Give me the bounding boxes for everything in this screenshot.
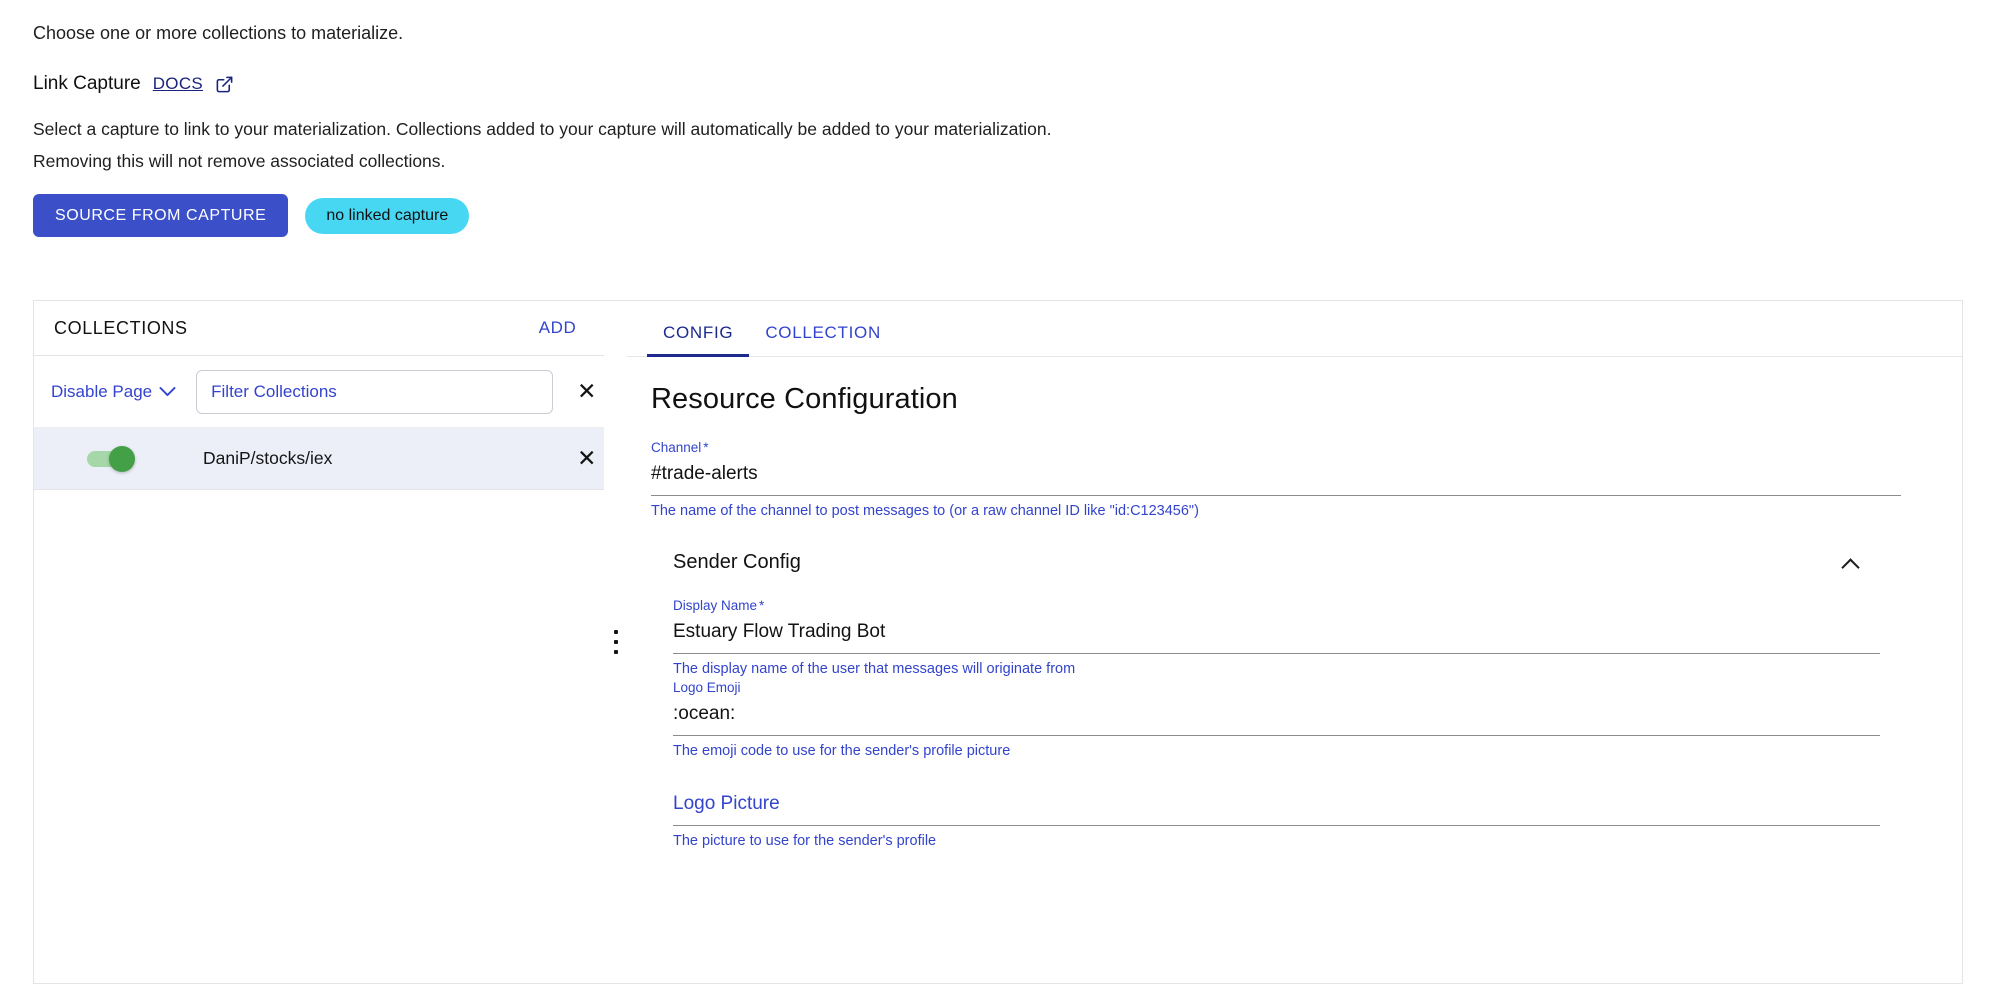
disable-page-label: Disable Page: [51, 382, 152, 402]
linked-capture-status-chip: no linked capture: [305, 198, 469, 234]
chevron-down-icon: [159, 382, 176, 402]
display-name-field: Display Name* Estuary Flow Trading Bot T…: [673, 598, 1880, 677]
source-from-capture-button[interactable]: SOURCE FROM CAPTURE: [33, 194, 288, 237]
collections-panel-header: COLLECTIONS ADD: [34, 301, 604, 356]
collection-name: DaniP/stocks/iex: [203, 448, 553, 469]
link-capture-header: Link Capture DOCS: [33, 73, 2000, 95]
sender-config-header[interactable]: Sender Config: [673, 551, 1880, 574]
channel-label-text: Channel: [651, 440, 701, 455]
logo-emoji-input[interactable]: :ocean:: [673, 699, 1880, 736]
link-capture-description: Select a capture to link to your materia…: [33, 119, 2000, 140]
collections-title: COLLECTIONS: [54, 318, 188, 339]
sender-config-fields: Display Name* Estuary Flow Trading Bot T…: [673, 574, 1880, 849]
config-panel: CONFIG COLLECTION Resource Configuration…: [627, 300, 1963, 984]
panel-resize-handle[interactable]: [604, 300, 627, 984]
sender-config-section: Sender Config Display Name* Estuary Flow…: [651, 551, 1902, 849]
intro-section: Choose one or more collections to materi…: [0, 0, 2000, 237]
logo-picture-input[interactable]: Logo Picture: [673, 789, 1880, 826]
display-name-label: Display Name*: [673, 598, 1880, 613]
logo-picture-help-text: The picture to use for the sender's prof…: [673, 833, 1880, 849]
clear-filter-button[interactable]: ✕: [569, 372, 604, 411]
filter-collections-input[interactable]: [196, 370, 553, 414]
tab-config[interactable]: CONFIG: [647, 323, 749, 356]
logo-picture-field: Logo Picture The picture to use for the …: [673, 789, 1880, 849]
table-row[interactable]: DaniP/stocks/iex ✕: [34, 428, 604, 490]
docs-link[interactable]: DOCS: [153, 74, 203, 94]
link-capture-description-secondary: Removing this will not remove associated…: [33, 151, 2000, 172]
link-capture-title: Link Capture: [33, 73, 141, 95]
external-link-icon[interactable]: [215, 75, 234, 94]
config-panel-body: Resource Configuration Channel* #trade-a…: [627, 357, 1962, 983]
collections-panel: COLLECTIONS ADD Disable Page ✕: [33, 300, 604, 984]
editor-panels: COLLECTIONS ADD Disable Page ✕: [33, 300, 1963, 984]
page-title: Resource Configuration: [651, 383, 1902, 416]
tab-collection[interactable]: COLLECTION: [749, 323, 897, 356]
logo-emoji-help-text: The emoji code to use for the sender's p…: [673, 743, 1880, 759]
channel-input[interactable]: #trade-alerts: [651, 459, 1901, 496]
collection-enabled-toggle[interactable]: [87, 448, 139, 470]
channel-help-text: The name of the channel to post messages…: [651, 503, 1902, 519]
toggle-thumb: [109, 446, 135, 472]
display-name-required-marker: *: [759, 598, 764, 613]
choose-collections-text: Choose one or more collections to materi…: [33, 0, 2000, 44]
display-name-help-text: The display name of the user that messag…: [673, 661, 1880, 677]
remove-collection-button[interactable]: ✕: [569, 439, 604, 478]
logo-emoji-field: Logo Emoji :ocean: The emoji code to use…: [673, 680, 1880, 759]
disable-page-dropdown[interactable]: Disable Page: [51, 382, 176, 402]
config-tabs: CONFIG COLLECTION: [627, 301, 1962, 357]
display-name-label-text: Display Name: [673, 598, 757, 613]
drag-handle-dots-icon: [614, 630, 618, 654]
add-collection-button[interactable]: ADD: [533, 317, 583, 339]
collections-list-empty-area: [34, 490, 604, 983]
channel-required-marker: *: [703, 440, 708, 455]
link-capture-actions: SOURCE FROM CAPTURE no linked capture: [33, 194, 2000, 237]
logo-emoji-label: Logo Emoji: [673, 680, 1880, 695]
channel-field-label: Channel*: [651, 440, 1902, 455]
materialization-editor-page: Choose one or more collections to materi…: [0, 0, 2000, 984]
chevron-up-icon[interactable]: [1842, 558, 1860, 568]
sender-config-title: Sender Config: [673, 551, 801, 574]
channel-field: Channel* #trade-alerts The name of the c…: [651, 440, 1902, 519]
display-name-input[interactable]: Estuary Flow Trading Bot: [673, 617, 1880, 654]
collections-filter-row: Disable Page ✕: [34, 356, 604, 428]
